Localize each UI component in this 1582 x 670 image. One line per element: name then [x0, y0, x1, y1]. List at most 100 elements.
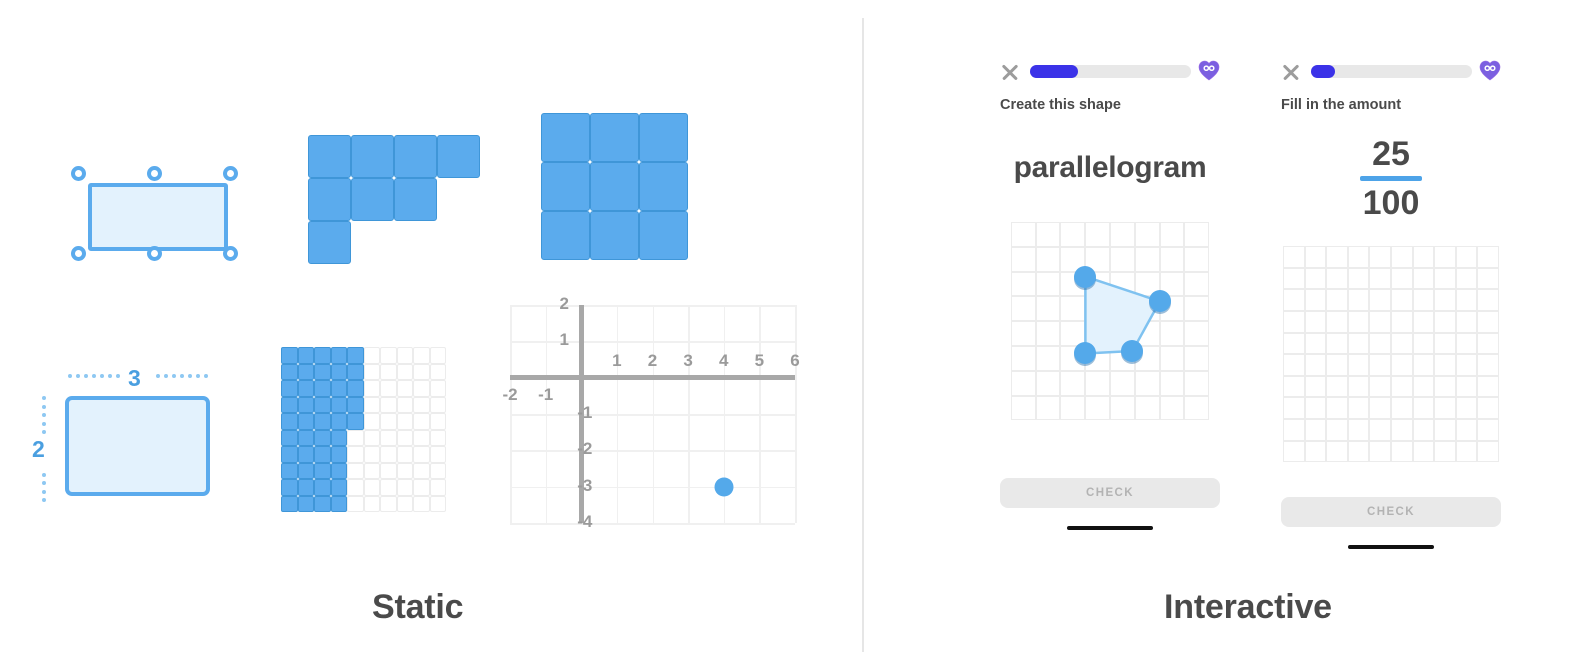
work-grid-cell[interactable]	[1477, 440, 1499, 463]
work-grid-cell[interactable]	[1283, 440, 1305, 463]
work-grid-cell[interactable]	[1455, 332, 1478, 355]
work-grid-cell[interactable]	[1283, 418, 1305, 441]
work-grid-cell[interactable]	[1369, 354, 1391, 376]
work-grid-cell[interactable]	[1347, 310, 1370, 333]
work-grid-cell[interactable]	[1304, 267, 1327, 290]
vertex-handle[interactable]	[223, 246, 238, 261]
shape-vertex-handle[interactable]	[1148, 290, 1171, 313]
work-grid-cell[interactable]	[1347, 289, 1370, 311]
work-grid-cell[interactable]	[1412, 310, 1435, 333]
work-grid-cell[interactable]	[1477, 267, 1499, 290]
work-grid-cell[interactable]	[1369, 418, 1391, 441]
work-grid-cell[interactable]	[1455, 440, 1478, 463]
work-grid-cell[interactable]	[1455, 397, 1478, 419]
work-grid-cell[interactable]	[1283, 289, 1305, 311]
work-grid-cell[interactable]	[1369, 440, 1391, 463]
work-grid-cell[interactable]	[1391, 267, 1413, 290]
work-grid-cell[interactable]	[1326, 267, 1348, 290]
work-grid-cell[interactable]	[1434, 289, 1456, 311]
work-grid-cell[interactable]	[1369, 375, 1391, 398]
work-grid-cell[interactable]	[1347, 267, 1370, 290]
work-grid-cell[interactable]	[1477, 375, 1499, 398]
work-grid-cell[interactable]	[1391, 375, 1413, 398]
work-grid-cell[interactable]	[1412, 418, 1435, 441]
shape-vertex-handle[interactable]	[1074, 265, 1097, 288]
work-grid-cell[interactable]	[1477, 397, 1499, 419]
work-grid-cell[interactable]	[1434, 354, 1456, 376]
work-grid-cell[interactable]	[1347, 246, 1370, 268]
interactive-work-grid[interactable]	[1010, 222, 1210, 421]
work-grid-cell[interactable]	[1412, 332, 1435, 355]
work-grid-cell[interactable]	[1455, 354, 1478, 376]
close-x-icon[interactable]	[1000, 62, 1020, 82]
work-grid-cell[interactable]	[1326, 375, 1348, 398]
work-grid-cell[interactable]	[1347, 397, 1370, 419]
work-grid-cell[interactable]	[1304, 289, 1327, 311]
interactive-work-grid[interactable]	[1283, 246, 1499, 463]
work-grid-cell[interactable]	[1369, 332, 1391, 355]
work-grid-cell[interactable]	[1369, 289, 1391, 311]
work-grid-cell[interactable]	[1283, 332, 1305, 355]
work-grid-cell[interactable]	[1434, 418, 1456, 441]
work-grid-cell[interactable]	[1391, 354, 1413, 376]
work-grid-cell[interactable]	[1391, 440, 1413, 463]
work-grid-cell[interactable]	[1455, 418, 1478, 441]
work-grid-cell[interactable]	[1369, 310, 1391, 333]
check-button[interactable]: CHECK	[1281, 497, 1501, 528]
work-grid-cell[interactable]	[1326, 246, 1348, 268]
work-grid-cell[interactable]	[1412, 354, 1435, 376]
work-grid-cell[interactable]	[1412, 375, 1435, 398]
work-grid-cell[interactable]	[1304, 332, 1327, 355]
work-grid-cell[interactable]	[1326, 418, 1348, 441]
vertex-handle[interactable]	[223, 166, 238, 181]
work-grid-cell[interactable]	[1455, 375, 1478, 398]
work-grid-cell[interactable]	[1369, 397, 1391, 419]
work-grid-cell[interactable]	[1434, 332, 1456, 355]
work-grid-cell[interactable]	[1434, 246, 1456, 268]
work-grid-cell[interactable]	[1477, 418, 1499, 441]
work-grid-cell[interactable]	[1347, 375, 1370, 398]
work-grid-cell[interactable]	[1304, 418, 1327, 441]
work-grid-cell[interactable]	[1304, 246, 1327, 268]
close-x-icon[interactable]	[1281, 62, 1301, 82]
work-grid-cell[interactable]	[1326, 354, 1348, 376]
work-grid-cell[interactable]	[1283, 267, 1305, 290]
work-grid-cell[interactable]	[1391, 332, 1413, 355]
work-grid-cell[interactable]	[1434, 375, 1456, 398]
work-grid-cell[interactable]	[1304, 375, 1327, 398]
work-grid-cell[interactable]	[1455, 310, 1478, 333]
work-grid-cell[interactable]	[1477, 310, 1499, 333]
work-grid-cell[interactable]	[1412, 440, 1435, 463]
work-grid-cell[interactable]	[1304, 397, 1327, 419]
heart-infinity-icon[interactable]	[1198, 60, 1220, 81]
shape-vertex-handle[interactable]	[1074, 342, 1097, 365]
work-grid-cell[interactable]	[1326, 440, 1348, 463]
work-grid-cell[interactable]	[1347, 332, 1370, 355]
work-grid-cell[interactable]	[1283, 310, 1305, 333]
work-grid-cell[interactable]	[1369, 267, 1391, 290]
work-grid-cell[interactable]	[1412, 246, 1435, 268]
work-grid-cell[interactable]	[1347, 354, 1370, 376]
check-button[interactable]: CHECK	[1000, 478, 1220, 509]
work-grid-cell[interactable]	[1391, 418, 1413, 441]
vertex-handle[interactable]	[71, 166, 86, 181]
work-grid-cell[interactable]	[1477, 289, 1499, 311]
shape-vertex-handle[interactable]	[1121, 339, 1144, 362]
work-grid-cell[interactable]	[1434, 310, 1456, 333]
work-grid-cell[interactable]	[1326, 397, 1348, 419]
work-grid-cell[interactable]	[1326, 310, 1348, 333]
work-grid-cell[interactable]	[1304, 354, 1327, 376]
vertex-handle[interactable]	[147, 246, 162, 261]
work-grid-cell[interactable]	[1391, 246, 1413, 268]
work-grid-cell[interactable]	[1412, 289, 1435, 311]
work-grid-cell[interactable]	[1326, 332, 1348, 355]
work-grid-cell[interactable]	[1283, 375, 1305, 398]
work-grid-cell[interactable]	[1434, 267, 1456, 290]
work-grid-cell[interactable]	[1434, 440, 1456, 463]
work-grid-cell[interactable]	[1283, 246, 1305, 268]
work-grid-cell[interactable]	[1455, 267, 1478, 290]
work-grid-cell[interactable]	[1347, 418, 1370, 441]
work-grid-cell[interactable]	[1477, 332, 1499, 355]
work-grid-cell[interactable]	[1347, 440, 1370, 463]
work-grid-cell[interactable]	[1477, 354, 1499, 376]
